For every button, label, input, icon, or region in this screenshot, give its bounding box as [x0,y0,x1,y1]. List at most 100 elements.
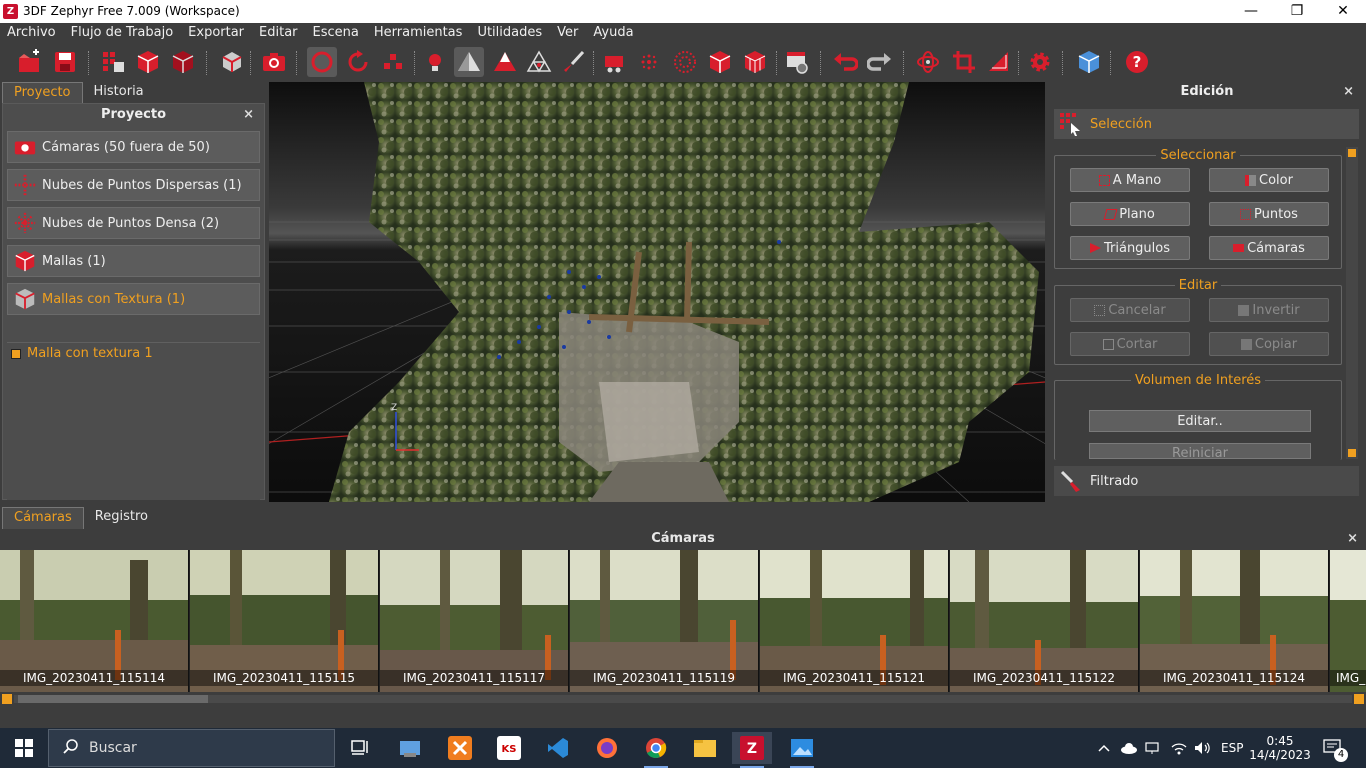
windows-start-icon[interactable] [0,728,48,768]
project-item-cameras[interactable]: Cámaras (50 fuera de 50) [7,131,260,163]
screenshot-icon[interactable] [259,47,289,77]
camera-thumbnail[interactable]: IMG_20230411_115114 [0,550,189,692]
language-indicator[interactable]: ESP [1221,728,1243,768]
dense-points-icon[interactable] [670,47,700,77]
stack-icon[interactable] [378,47,408,77]
menu-flujo-de-trabajo[interactable]: Flujo de Trabajo [64,23,182,45]
taskbar-search[interactable]: Buscar [48,729,335,767]
textured-mesh-entry[interactable]: Malla con textura 1 [7,343,260,364]
clock[interactable]: 0:45 14/4/2023 [1249,728,1311,768]
settings-gear-icon[interactable] [1025,47,1055,77]
view-window-icon[interactable] [782,47,812,77]
project-item-textured-meshes[interactable]: Mallas con Textura (1) [7,283,260,315]
vscode-icon[interactable] [538,732,578,764]
scrollbar-thumb[interactable] [18,695,208,703]
selection-section[interactable]: Selección [1054,109,1359,139]
file-explorer-pinned-icon[interactable] [390,732,430,764]
camera-thumbnail[interactable]: IMG_20230411_115115 [190,550,379,692]
textured-mesh-icon[interactable] [217,47,247,77]
maximize-button[interactable]: ❐ [1274,0,1320,23]
help-icon[interactable]: ? [1122,47,1152,77]
undo-icon[interactable] [830,47,860,77]
tray-chevron-icon[interactable] [1098,728,1110,768]
chrome-icon[interactable] [636,732,676,768]
textured-cube-icon[interactable] [740,47,770,77]
tab-camaras[interactable]: Cámaras [2,507,84,529]
menu-herramientas[interactable]: Herramientas [367,23,471,45]
photos-icon[interactable] [782,732,822,768]
camera-thumbnail[interactable]: IMG_20230411_115119 [570,550,759,692]
3df-logo-icon[interactable] [1074,47,1104,77]
select-points-button[interactable]: Puntos [1209,202,1329,226]
menu-ver[interactable]: Ver [550,23,586,45]
crop-icon[interactable] [949,47,979,77]
menu-escena[interactable]: Escena [306,23,367,45]
brush-icon[interactable] [559,47,589,77]
volume-icon[interactable] [1193,728,1211,768]
menu-utilidades[interactable]: Utilidades [470,23,550,45]
tab-registro[interactable]: Registro [84,507,159,529]
wireframe-icon[interactable] [524,47,554,77]
orbit-icon[interactable] [307,47,337,77]
select-by-color-button[interactable]: Color [1209,168,1329,192]
task-view-icon[interactable] [340,732,380,764]
vertex-color-icon[interactable] [490,47,520,77]
volume-reset-button[interactable]: Reiniciar [1089,443,1311,459]
file-explorer-icon[interactable] [685,732,725,764]
camera-thumbnail[interactable]: IMG_20230411_115122 [950,550,1139,692]
dense-cloud-icon[interactable] [168,47,198,77]
filter-section[interactable]: Filtrado [1054,466,1359,496]
camera-thumbnail[interactable]: IMG_20230411_115124 [1140,550,1329,692]
cut-button[interactable]: Cortar [1070,332,1190,356]
mesh-cube-icon[interactable] [705,47,735,77]
menu-editar[interactable]: Editar [252,23,306,45]
project-item-meshes[interactable]: Mallas (1) [7,245,260,277]
volume-edit-button[interactable]: Editar.. [1089,410,1311,432]
select-by-plane-button[interactable]: Plano [1070,202,1190,226]
menu-ayuda[interactable]: Ayuda [586,23,641,45]
sparse-cloud-icon[interactable] [133,47,163,77]
cancel-selection-button[interactable]: Cancelar [1070,298,1190,322]
point-cloud-icon[interactable] [634,47,664,77]
redo-icon[interactable] [865,47,895,77]
project-item-sparse-cloud[interactable]: Nubes de Puntos Dispersas (1) [7,169,260,201]
rotate-icon[interactable] [343,47,373,77]
select-cameras-button[interactable]: Cámaras [1209,236,1329,260]
project-item-dense-cloud[interactable]: Nubes de Puntos Densa (2) [7,207,260,239]
wifi-icon[interactable] [1170,728,1188,768]
new-project-icon[interactable] [14,47,44,77]
camera-thumbnail[interactable]: IMG_20230411_115121 [760,550,949,692]
camera-thumbnail[interactable]: IMG_20230411_115126 [1330,550,1366,692]
copy-button[interactable]: Copiar [1209,332,1329,356]
camera-thumbnail[interactable]: IMG_20230411_115117 [380,550,569,692]
camera-grid-icon[interactable] [98,47,128,77]
cdr-app-icon[interactable]: KS [489,732,529,764]
light-icon[interactable] [420,47,450,77]
notifications-icon[interactable]: 4 [1322,728,1348,768]
network-icon[interactable] [1145,728,1161,768]
measure-icon[interactable] [984,47,1014,77]
thumbnail-scrollbar[interactable] [0,692,1366,706]
xampp-icon[interactable] [440,732,480,764]
cameras-strip-close-icon[interactable]: × [1347,529,1358,549]
firefox-icon[interactable] [587,732,627,764]
edit-panel-scrollbar[interactable] [1346,147,1358,459]
menu-exportar[interactable]: Exportar [181,23,252,45]
close-button[interactable]: ✕ [1320,0,1366,23]
gizmo-icon[interactable] [913,47,943,77]
minimize-button[interactable]: — [1228,0,1274,23]
camera-viewer-icon[interactable] [600,47,630,77]
select-by-hand-button[interactable]: A Mano [1070,168,1190,192]
3d-viewport[interactable]: Z [269,82,1045,502]
save-icon[interactable] [50,47,80,77]
tab-proyecto[interactable]: Proyecto [2,82,83,103]
onedrive-cloud-icon[interactable] [1120,728,1138,768]
solid-shading-icon[interactable] [454,47,484,77]
invert-selection-button[interactable]: Invertir [1209,298,1329,322]
select-triangles-button[interactable]: Triángulos [1070,236,1190,260]
project-panel-close-icon[interactable]: × [243,104,254,126]
menu-archivo[interactable]: Archivo [0,23,64,45]
edit-panel-close-icon[interactable]: × [1343,82,1354,102]
3df-zephyr-taskbar-icon[interactable]: Z [732,732,772,768]
tab-historia[interactable]: Historia [83,82,155,103]
